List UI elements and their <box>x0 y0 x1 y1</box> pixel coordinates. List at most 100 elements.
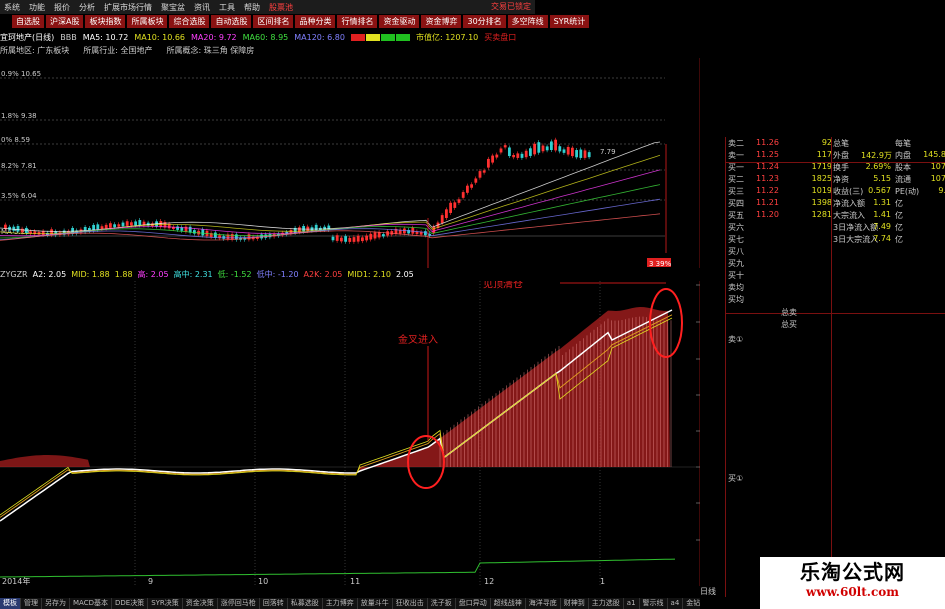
menu-item[interactable]: 功能 <box>29 2 45 13</box>
formula-tab[interactable]: 狂收出击 <box>393 598 428 609</box>
quote-tab[interactable]: 综合选股 <box>169 15 210 28</box>
quote-tab[interactable]: 行情排名 <box>337 15 378 28</box>
candlestick <box>457 199 461 203</box>
formula-tab[interactable]: SYR决策 <box>148 598 183 609</box>
formula-tab[interactable]: 海洋寻底 <box>526 598 561 609</box>
formula-tab[interactable]: 模板 <box>0 598 21 609</box>
formula-tab[interactable]: 私募选股 <box>288 598 323 609</box>
order-book-volume: 1398 <box>811 198 832 207</box>
candlestick <box>583 150 587 158</box>
menu-item-stock-pool[interactable]: 股票池 <box>269 2 293 13</box>
order-book-price: 11.21 <box>756 198 779 207</box>
stat-label: 大宗流入 <box>833 211 865 220</box>
order-book-row: 买八 <box>728 246 838 258</box>
candlestick <box>566 146 570 155</box>
stat-label: 流通 <box>895 175 911 184</box>
order-book-volume: 1825 <box>811 174 832 183</box>
menu-item[interactable]: 资讯 <box>194 2 210 13</box>
candlestick <box>125 221 129 226</box>
formula-tab[interactable]: 涨停回马枪 <box>218 598 260 609</box>
formula-tab[interactable]: 盘口异动 <box>456 598 491 609</box>
stat-label: 亿 <box>895 235 903 244</box>
period-label[interactable]: 日线 <box>700 586 725 598</box>
order-book-price: 11.23 <box>756 174 779 183</box>
candlestick <box>382 234 385 237</box>
indicator-chart[interactable]: 2.502.001.501.000.500.00-0.50-1.00-1.50金… <box>0 281 700 586</box>
indicator-name[interactable]: ZYGZR <box>0 270 28 279</box>
candlestick <box>445 209 448 218</box>
fib-level-label: 1.8% 9.38 <box>1 112 37 120</box>
quote-tab[interactable]: 资金驱动 <box>379 15 420 28</box>
quote-stat-row: 外盘 142.9万 内盘 145.8 <box>833 150 945 162</box>
candlestick <box>331 236 335 241</box>
quote-stat-row: 总笔 每笔 <box>833 138 945 150</box>
candlestick <box>453 202 457 208</box>
fib-level-label: 3.5% 6.04 <box>1 192 37 200</box>
indicator-value: A2: 2.05 <box>32 270 67 279</box>
formula-tab[interactable]: a1 <box>624 598 640 609</box>
order-book-row: 买十 <box>728 270 838 282</box>
indicator-value: 低: -1.52 <box>217 270 252 279</box>
candlestick <box>335 235 339 241</box>
menu-item[interactable]: 报价 <box>54 2 70 13</box>
formula-tab[interactable]: 超线战神 <box>491 598 526 609</box>
order-book-price <box>756 246 798 258</box>
quote-stat-row: 收益(三) 0.567 PE(动) 9. <box>833 186 945 198</box>
quote-tab[interactable]: 30分排名 <box>463 15 506 28</box>
formula-tab[interactable]: MACD基本 <box>70 598 112 609</box>
formula-tab[interactable]: 回落转 <box>260 598 288 609</box>
annotation-golden-cross: 金叉进入 <box>398 333 438 346</box>
menu-item[interactable]: 聚宝盆 <box>161 2 185 13</box>
quote-tab[interactable]: 自选股 <box>12 15 44 28</box>
formula-tab[interactable]: 警示线 <box>640 598 668 609</box>
formula-tab[interactable]: 财神到 <box>561 598 589 609</box>
order-book-volume <box>798 294 832 306</box>
formula-tab[interactable]: 资金决策 <box>183 598 218 609</box>
price-chart[interactable]: 0.9% 10.65 1.8% 9.38 0% 8.59 8.2% 7.81 3.5% … <box>0 58 700 268</box>
menu-item[interactable]: 系统 <box>4 2 20 13</box>
quote-tab[interactable]: 区间排名 <box>253 15 294 28</box>
stat-value <box>917 210 945 222</box>
order-book-label: 买九 <box>728 259 744 268</box>
formula-tab[interactable]: DDE决策 <box>112 598 149 609</box>
candlestick <box>487 158 490 168</box>
menu-item[interactable]: 工具 <box>219 2 235 13</box>
formula-tab[interactable]: 放量斗牛 <box>358 598 393 609</box>
candlestick <box>482 170 486 173</box>
order-book-label: 买二 <box>728 175 744 184</box>
menu-item[interactable]: 分析 <box>79 2 95 13</box>
ma20-value: MA20: 9.72 <box>191 32 237 42</box>
quote-tab[interactable]: 品种分类 <box>295 15 336 28</box>
formula-tab[interactable]: 另存为 <box>42 598 70 609</box>
quote-tab[interactable]: 沪深A股 <box>46 15 84 28</box>
formula-tab[interactable]: 主力选股 <box>589 598 624 609</box>
order-book-row: 买均 <box>728 294 838 306</box>
formula-tab[interactable]: 洗子扳 <box>428 598 456 609</box>
quote-tab[interactable]: 所属板块 <box>127 15 168 28</box>
order-book-price <box>756 270 798 282</box>
formula-tab[interactable]: 管理 <box>21 598 42 609</box>
candlestick <box>533 143 536 155</box>
menu-item[interactable]: 帮助 <box>244 2 260 13</box>
quote-tab[interactable]: 自动选股 <box>211 15 252 28</box>
order-book-label: 买十 <box>728 271 744 280</box>
stat-value: 5.15 <box>873 174 891 183</box>
trade-lock-button[interactable]: 交易已锁定 <box>491 1 531 12</box>
stat-label: 3日净流入额 <box>833 223 879 232</box>
market-cap: 市值亿: 1207.10 <box>415 32 479 42</box>
quote-tab[interactable]: 板块指数 <box>85 15 126 28</box>
quote-tab[interactable]: 多空阵线 <box>507 15 548 28</box>
formula-tab[interactable]: 金钻反转 <box>683 598 700 609</box>
candlestick <box>138 220 142 226</box>
indicator-value: 1.88 <box>114 270 133 279</box>
quote-tab[interactable]: SYR统计 <box>549 15 590 28</box>
total-sell-label: 总卖 <box>781 308 797 317</box>
menu-item[interactable]: 扩展市场行情 <box>104 2 152 13</box>
quote-stat-row: 净资 5.15 流通 107 <box>833 174 945 186</box>
quote-tab[interactable]: 资金博弈 <box>421 15 462 28</box>
candlestick <box>344 236 347 242</box>
candlestick <box>571 147 574 157</box>
stat-value <box>917 234 945 246</box>
formula-tab[interactable]: a4 <box>668 598 684 609</box>
formula-tab[interactable]: 主力博弈 <box>323 598 358 609</box>
